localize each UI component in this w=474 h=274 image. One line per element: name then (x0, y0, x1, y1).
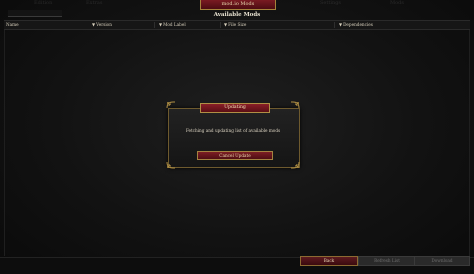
sort-arrow-icon: ▼ (339, 22, 343, 27)
ornament-icon (290, 101, 300, 109)
column-label: Version (96, 22, 112, 27)
background-tab: Settings (320, 0, 341, 6)
ornament-icon (290, 161, 300, 169)
dialog-message: Fetching and updating list of available … (185, 128, 281, 133)
column-header-version[interactable]: ▼Version (92, 21, 112, 29)
background-tab: Mods (390, 0, 404, 6)
panel-border (469, 30, 470, 256)
refresh-list-button[interactable]: Refresh List (358, 256, 416, 266)
column-header-name[interactable]: Name (6, 21, 19, 29)
column-header-file-size[interactable]: ▼File Size (224, 21, 246, 29)
column-divider[interactable] (220, 22, 221, 28)
background-tab: Extras (86, 0, 103, 6)
column-header-mod-label[interactable]: ▼Mod Label (159, 21, 186, 29)
app-window: Edition Extras Settings Mods mod.io Mods… (0, 0, 474, 274)
sort-arrow-icon: ▼ (159, 22, 163, 27)
column-divider[interactable] (154, 22, 155, 28)
ornament-icon (166, 161, 176, 169)
back-button[interactable]: Back (300, 256, 358, 266)
background-tab: Edition (34, 0, 53, 6)
column-label: Mod Label (163, 22, 186, 27)
column-label: Name (6, 22, 19, 27)
table-header: Name ▼Version ▼Mod Label ▼File Size ▼Dep… (4, 20, 470, 30)
panel-border (4, 30, 5, 256)
cancel-update-button[interactable]: Cancel Update (197, 151, 273, 160)
column-header-dependencies[interactable]: ▼Dependencies (339, 21, 373, 29)
column-divider[interactable] (334, 22, 335, 28)
window-title: mod.io Mods (200, 0, 276, 10)
column-label: File Size (228, 22, 247, 27)
column-label: Dependencies (343, 22, 373, 27)
dialog-title: Updating (200, 103, 270, 113)
sort-arrow-icon: ▼ (224, 22, 228, 27)
page-title: Available Mods (213, 12, 261, 18)
download-button[interactable]: Download (414, 256, 470, 266)
sort-arrow-icon: ▼ (92, 22, 96, 27)
ornament-icon (166, 101, 176, 109)
